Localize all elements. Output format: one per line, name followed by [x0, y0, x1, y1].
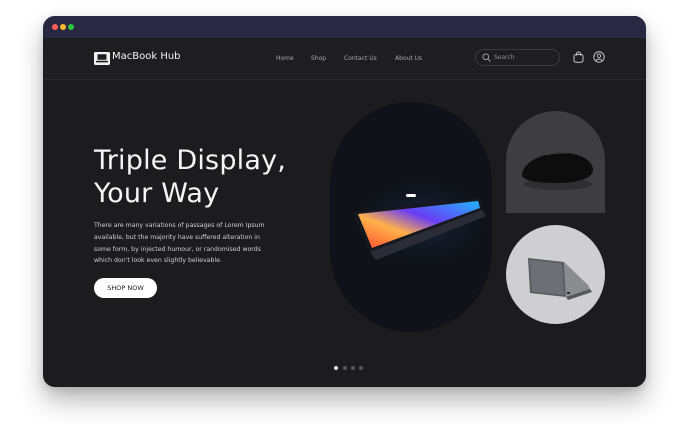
close-window-button[interactable]	[52, 24, 58, 30]
brand-name[interactable]: MacBook Hub	[112, 51, 181, 62]
search-placeholder: Search	[494, 54, 515, 61]
carousel-dot-2[interactable]	[343, 366, 347, 370]
maximize-window-button[interactable]	[68, 24, 74, 30]
site-header: MacBook Hub Home Shop Contact Us About U…	[43, 38, 646, 80]
hero-title: Triple Display, Your Way	[94, 144, 314, 210]
user-circle-icon[interactable]	[593, 51, 605, 63]
search-input[interactable]: Search	[475, 49, 560, 66]
gaming-mouse-image	[506, 111, 605, 213]
minimize-window-button[interactable]	[60, 24, 66, 30]
search-icon	[482, 53, 491, 62]
nav-link-contact[interactable]: Contact Us	[344, 55, 377, 62]
hero-title-line-1: Triple Display,	[94, 145, 287, 176]
carousel-pagination	[333, 365, 363, 371]
carousel-dot-3[interactable]	[351, 366, 355, 370]
nav-link-about[interactable]: About Us	[395, 55, 422, 62]
shop-now-button[interactable]: SHOP NOW	[94, 278, 157, 298]
browser-window: MacBook Hub Home Shop Contact Us About U…	[43, 16, 646, 387]
hero-title-line-2: Your Way	[94, 178, 220, 209]
nav-link-shop[interactable]: Shop	[311, 55, 326, 62]
shopping-bag-icon[interactable]	[573, 51, 584, 63]
nav-link-home[interactable]: Home	[276, 55, 294, 62]
laptop-side-image	[506, 225, 605, 324]
laptop-colorful-image	[330, 102, 492, 332]
hero-description: There are many variations of passages of…	[94, 222, 265, 265]
laptop-badge-icon[interactable]	[94, 52, 110, 65]
carousel-dot-4[interactable]	[359, 366, 363, 370]
carousel-dot-1[interactable]	[334, 366, 338, 370]
window-titlebar	[43, 16, 646, 38]
